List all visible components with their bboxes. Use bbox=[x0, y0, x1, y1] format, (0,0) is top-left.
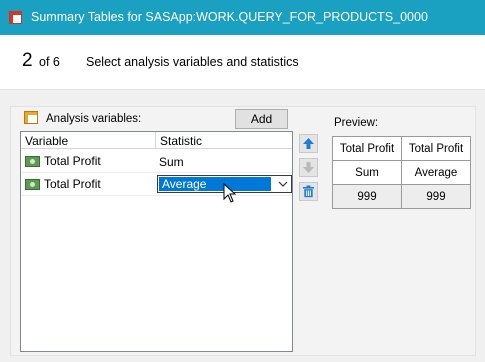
preview-value-cell: 999 bbox=[401, 184, 471, 209]
variable-name: Total Profit bbox=[44, 177, 101, 191]
mouse-pointer-icon bbox=[223, 183, 237, 203]
arrow-down-icon bbox=[303, 162, 314, 173]
statistic-cell[interactable]: Sum bbox=[159, 155, 184, 169]
preview-header-cell: Total Profit bbox=[401, 136, 471, 161]
analysis-variables-grid[interactable]: Variable Statistic Total Profit Sum Tota… bbox=[20, 131, 293, 352]
preview-table: Total Profit Total Profit Sum Average 99… bbox=[332, 136, 471, 209]
delete-button[interactable] bbox=[299, 182, 318, 201]
column-divider bbox=[155, 132, 156, 149]
preview-label: Preview: bbox=[334, 117, 379, 129]
table-row[interactable]: Total Profit Sum bbox=[21, 150, 292, 172]
preview-value-cell: 999 bbox=[332, 184, 402, 209]
variable-name: Total Profit bbox=[44, 154, 101, 168]
analysis-variables-label: Analysis variables: bbox=[46, 113, 142, 125]
trash-icon bbox=[303, 185, 314, 198]
money-icon bbox=[25, 178, 40, 190]
preview-value-row: 999 999 bbox=[332, 184, 471, 209]
money-icon bbox=[25, 155, 40, 167]
statistic-selected-value: Average bbox=[159, 177, 271, 191]
step-number: 2 bbox=[22, 50, 33, 71]
move-up-button[interactable] bbox=[299, 134, 318, 153]
variable-cell: Total Profit bbox=[25, 154, 101, 168]
wizard-header: 2 of 6 Select analysis variables and sta… bbox=[0, 35, 485, 90]
arrow-up-icon bbox=[303, 138, 314, 149]
step-of-total: of 6 bbox=[39, 55, 60, 69]
column-header-variable[interactable]: Variable bbox=[25, 134, 68, 148]
preview-stat-cell: Sum bbox=[332, 160, 402, 185]
title-bar: Summary Tables for SASApp:WORK.QUERY_FOR… bbox=[0, 0, 485, 35]
preview-stat-row: Sum Average bbox=[332, 160, 471, 185]
step-description: Select analysis variables and statistics bbox=[86, 55, 299, 69]
row-divider bbox=[21, 195, 292, 196]
add-button[interactable]: Add bbox=[235, 109, 288, 129]
table-app-icon bbox=[9, 11, 22, 24]
grid-header: Variable Statistic bbox=[21, 132, 292, 149]
preview-header-cell: Total Profit bbox=[332, 136, 402, 161]
table-row[interactable]: Total Profit Average bbox=[21, 173, 292, 195]
window-title: Summary Tables for SASApp:WORK.QUERY_FOR… bbox=[31, 10, 428, 24]
preview-stat-cell: Average bbox=[401, 160, 471, 185]
preview-header-row: Total Profit Total Profit bbox=[332, 136, 471, 161]
chevron-down-icon[interactable] bbox=[278, 179, 288, 189]
move-down-button[interactable] bbox=[299, 158, 318, 177]
table-icon bbox=[24, 111, 38, 124]
column-header-statistic[interactable]: Statistic bbox=[160, 134, 202, 148]
variable-cell: Total Profit bbox=[25, 177, 101, 191]
